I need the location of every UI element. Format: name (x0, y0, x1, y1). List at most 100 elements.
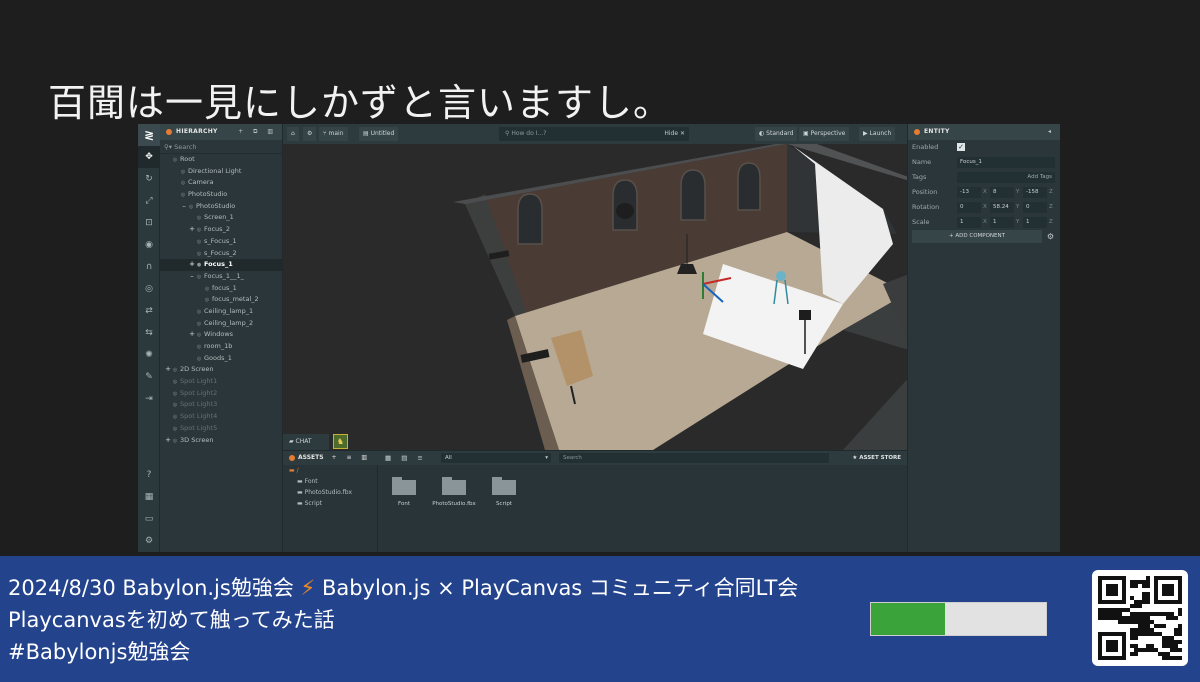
scale-z-field[interactable]: 1 (1023, 217, 1047, 228)
hide-button[interactable]: Hide ✕ (664, 127, 685, 141)
panel-dot-icon (166, 128, 172, 135)
asset-folder-photostudio[interactable]: PhotoStudio.fbx (429, 477, 479, 507)
tree-item[interactable]: ◎ Spot Light4 (160, 411, 282, 423)
tree-item[interactable]: ◎ s_Focus_1 (160, 236, 282, 248)
expand-toggle-icon[interactable]: – (180, 201, 188, 213)
scale-x-field[interactable]: 1 (957, 217, 981, 228)
render-mode-button[interactable]: ◐ Standard (755, 127, 798, 141)
rotate-tool-icon[interactable]: ↻ (138, 168, 160, 190)
launch-button[interactable]: ▶ Launch (859, 127, 896, 141)
tree-item[interactable]: + ◎ Windows (160, 329, 282, 341)
collapse-icon[interactable]: ◂ (1048, 124, 1055, 140)
expand-toggle-icon[interactable]: + (164, 435, 172, 447)
assets-actions-icon[interactable]: + ≡ ▥ (332, 454, 372, 461)
expand-toggle-icon[interactable]: + (188, 224, 196, 236)
tree-item[interactable]: – ◎ PhotoStudio (160, 201, 282, 213)
tree-folder-script[interactable]: ▬ Script (283, 498, 377, 509)
tree-item[interactable]: + ◎ 3D Screen (160, 435, 282, 447)
tree-item[interactable]: ◎ focus_1 (160, 283, 282, 295)
enabled-checkbox[interactable]: ✓ (957, 143, 965, 151)
camera-button[interactable]: ▣ Perspective (799, 127, 850, 141)
tree-item[interactable]: + ◎ Focus_2 (160, 224, 282, 236)
tree-item[interactable]: ◎ PhotoStudio (160, 189, 282, 201)
name-field[interactable]: Focus_1 (957, 157, 1055, 168)
tree-item[interactable]: ◎ focus_metal_2 (160, 294, 282, 306)
root-folder[interactable]: ▬ / (283, 465, 377, 476)
help-icon[interactable]: ? (138, 464, 160, 486)
expand-toggle-icon[interactable]: + (188, 259, 196, 271)
expand-toggle-icon[interactable]: + (164, 364, 172, 376)
metrics-icon[interactable]: ▦ (138, 486, 160, 508)
position-z-field[interactable]: -158 (1023, 187, 1047, 198)
focus-eye-icon[interactable]: ◎ (138, 278, 160, 300)
scale-tool-icon[interactable]: ⤢ (138, 190, 160, 212)
tree-item[interactable]: + ◎ 2D Screen (160, 364, 282, 376)
rotation-y-field[interactable]: 58.24 (990, 202, 1014, 213)
hierarchy-search[interactable]: ⚲▾ Search (160, 140, 282, 154)
tree-item[interactable]: ◎ Goods_1 (160, 353, 282, 365)
tree-item[interactable]: ◎ room_1b (160, 341, 282, 353)
rotation-z-field[interactable]: 0 (1023, 202, 1047, 213)
chat-tab[interactable]: ▰ CHAT (283, 434, 329, 450)
banner-line-1: 2024/8/30 Babylon.js勉強会 ⚡ Babylon.js × P… (8, 572, 798, 602)
add-component-button[interactable]: + ADD COMPONENT (912, 230, 1042, 243)
tree-item[interactable]: ◎ Spot Light1 (160, 376, 282, 388)
user-avatar[interactable]: ♞ (333, 434, 348, 449)
snap-magnet-icon[interactable]: ∩ (138, 256, 160, 278)
scene-render[interactable] (283, 124, 907, 450)
hierarchy-search-input[interactable]: Search (174, 143, 196, 151)
lightning-icon: ⚡ (300, 576, 316, 600)
scale-y-field[interactable]: 1 (990, 217, 1014, 228)
chat-icon[interactable]: ▭ (138, 508, 160, 530)
tree-item[interactable]: – ◎ Focus_1__1_ (160, 271, 282, 283)
tree-item[interactable]: ◎ Screen_1 (160, 212, 282, 224)
move-tool-icon[interactable]: ✥ (138, 146, 160, 168)
tree-item[interactable]: ◎ Spot Light5 (160, 423, 282, 435)
expand-toggle-icon[interactable]: – (188, 271, 196, 283)
tree-item[interactable]: ◎ s_Focus_2 (160, 248, 282, 260)
hierarchy-actions[interactable]: + ⧉ ▥ (238, 124, 277, 140)
tree-item-label: Spot Light3 (180, 400, 218, 409)
asset-folder-font[interactable]: Font (379, 477, 429, 507)
asset-search-input[interactable]: Search (559, 453, 829, 463)
lightmap-icon[interactable]: ✺ (138, 344, 160, 366)
tree-item[interactable]: ◎ Directional Light (160, 166, 282, 178)
tree-item[interactable]: ◎ Ceiling_lamp_2 (160, 318, 282, 330)
asset-type-filter[interactable]: All ▾ (441, 453, 551, 463)
position-x-field[interactable]: -13 (957, 187, 981, 198)
expand-toggle-icon[interactable]: + (188, 329, 196, 341)
tree-item[interactable]: ◎ Camera (160, 177, 282, 189)
settings-icon[interactable]: ⚙ (303, 127, 317, 141)
scene-button[interactable]: ▤ Untitled (359, 127, 399, 141)
tree-item[interactable]: ◎ Spot Light3 (160, 399, 282, 411)
home-icon[interactable]: ⌂ (287, 127, 299, 141)
viewport-3d[interactable]: ⌂ ⚙ ⑂ main ▤ Untitled ⚲ How do I...? Hid… (283, 124, 907, 450)
tree-item[interactable]: ◎ Root (160, 154, 282, 166)
settings-gear-icon[interactable]: ⚙ (138, 530, 160, 552)
qr-code[interactable] (1092, 570, 1188, 666)
view-mode-icons[interactable]: ▦ ▤ ≡ (385, 451, 427, 465)
resize-tool-icon[interactable]: ⊡ (138, 212, 160, 234)
branch-button[interactable]: ⑂ main (319, 127, 348, 141)
tree-folder-photostudio[interactable]: ▬ PhotoStudio.fbx (283, 487, 377, 498)
asset-store-button[interactable]: ★ ASSET STORE (852, 453, 901, 463)
tree-item[interactable]: ◎ Ceiling_lamp_1 (160, 306, 282, 318)
playcanvas-logo-icon[interactable]: ≷ (138, 124, 160, 146)
entity-inspector: ENTITY ◂ Enabled ✓ Name Focus_1 Tags Add… (907, 124, 1060, 552)
component-settings-gear-icon[interactable]: ⚙ (1044, 230, 1057, 243)
code-editor-icon[interactable]: ✎ (138, 366, 160, 388)
tree-folder-font[interactable]: ▬ Font (283, 476, 377, 487)
add-tags-field[interactable]: Add Tags (957, 172, 1055, 183)
publish-icon[interactable]: ⇥ (138, 388, 160, 410)
asset-folder-script[interactable]: Script (479, 477, 529, 507)
position-y-field[interactable]: 8 (990, 187, 1014, 198)
rotation-x-field[interactable]: 0 (957, 202, 981, 213)
asset-folder-label: Font (398, 501, 410, 507)
help-search-input[interactable]: ⚲ How do I...? Hide ✕ (499, 127, 689, 141)
tree-item-label: Focus_2 (204, 225, 230, 234)
tree-item[interactable]: ◎ Spot Light2 (160, 388, 282, 400)
world-space-icon[interactable]: ◉ (138, 234, 160, 256)
undo-icon[interactable]: ⇄ (138, 300, 160, 322)
tree-item[interactable]: + ● Focus_1 (160, 259, 282, 271)
redo-icon[interactable]: ⇆ (138, 322, 160, 344)
